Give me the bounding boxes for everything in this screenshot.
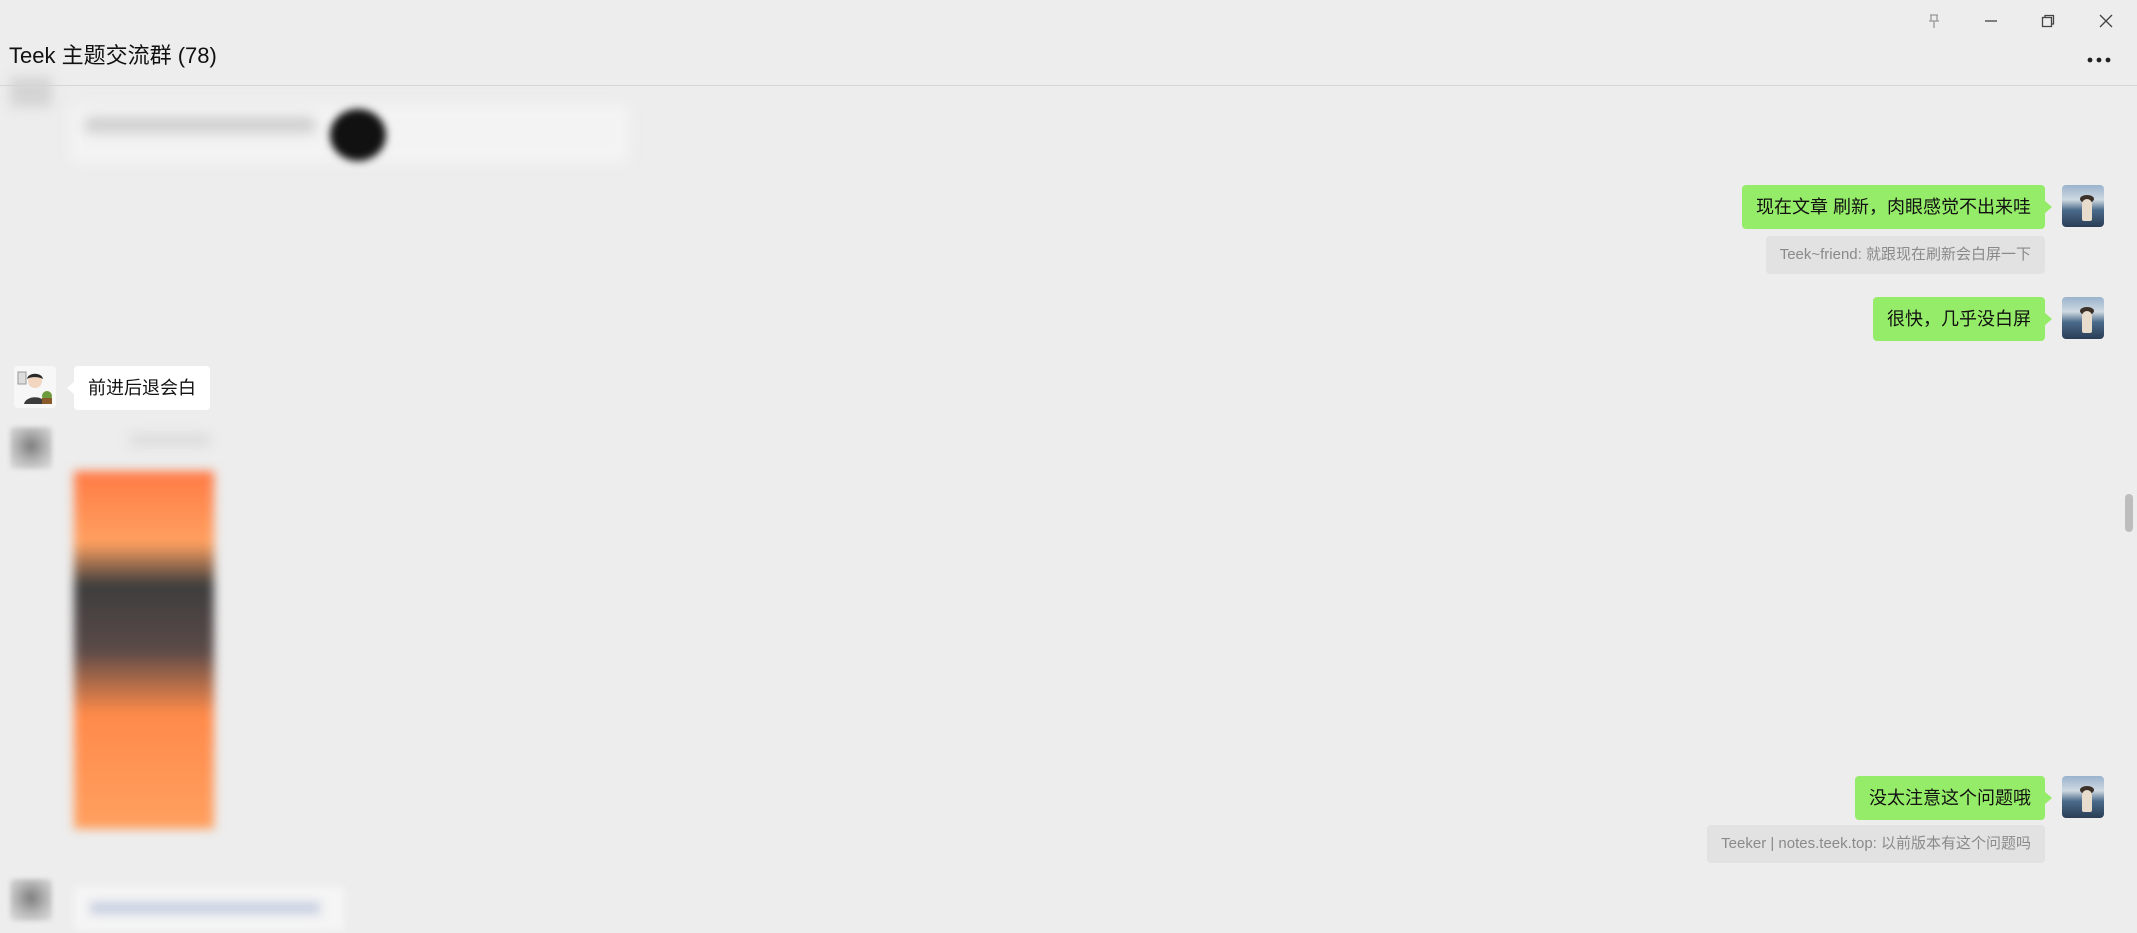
message-bubble[interactable]: 很快，几乎没白屏 <box>1873 297 2052 341</box>
chat-window: Teek 主题交流群 (78) 现在文章 刷新，肉眼感觉不出来哇 Teek~fr… <box>0 0 2137 933</box>
minimize-button[interactable] <box>1971 6 2011 36</box>
chat-header: Teek 主题交流群 (78) <box>0 0 2137 86</box>
blurred-message <box>85 117 315 133</box>
quoted-message[interactable]: Teek~friend: 就跟现在刷新会白屏一下 <box>1765 236 2045 274</box>
close-button[interactable] <box>2086 6 2126 36</box>
blurred-name <box>130 435 210 445</box>
sender-avatar[interactable] <box>10 879 52 921</box>
my-avatar[interactable] <box>2062 185 2104 227</box>
my-avatar[interactable] <box>2062 776 2104 818</box>
sender-avatar[interactable] <box>14 366 56 408</box>
blurred-image <box>330 109 386 161</box>
more-dots-icon <box>2087 57 2111 63</box>
pin-icon <box>1929 14 1939 28</box>
message-bubble[interactable]: 没太注意这个问题哦 <box>1855 776 2052 820</box>
blurred-message <box>90 902 320 914</box>
blurred-message <box>10 77 52 107</box>
minimize-icon <box>1985 20 1997 22</box>
message-list[interactable]: 现在文章 刷新，肉眼感觉不出来哇 Teek~friend: 就跟现在刷新会白屏一… <box>0 77 2137 933</box>
chat-title: Teek 主题交流群 (78) <box>9 43 217 68</box>
message-bubble[interactable]: 现在文章 刷新，肉眼感觉不出来哇 <box>1742 185 2052 229</box>
pin-button[interactable] <box>1914 6 1954 36</box>
scrollbar-thumb[interactable] <box>2125 494 2133 532</box>
my-avatar[interactable] <box>2062 297 2104 339</box>
quoted-message[interactable]: Teeker | notes.teek.top: 以前版本有这个问题吗 <box>1707 825 2045 863</box>
restore-button[interactable] <box>2028 6 2068 36</box>
restore-icon <box>2041 14 2055 28</box>
cartoon-avatar-icon <box>14 366 56 408</box>
blurred-image[interactable] <box>74 471 214 829</box>
close-icon <box>2099 14 2113 28</box>
more-options-button[interactable] <box>2079 45 2119 75</box>
message-bubble[interactable]: 前进后退会白 <box>67 366 210 410</box>
sender-avatar[interactable] <box>10 427 52 469</box>
